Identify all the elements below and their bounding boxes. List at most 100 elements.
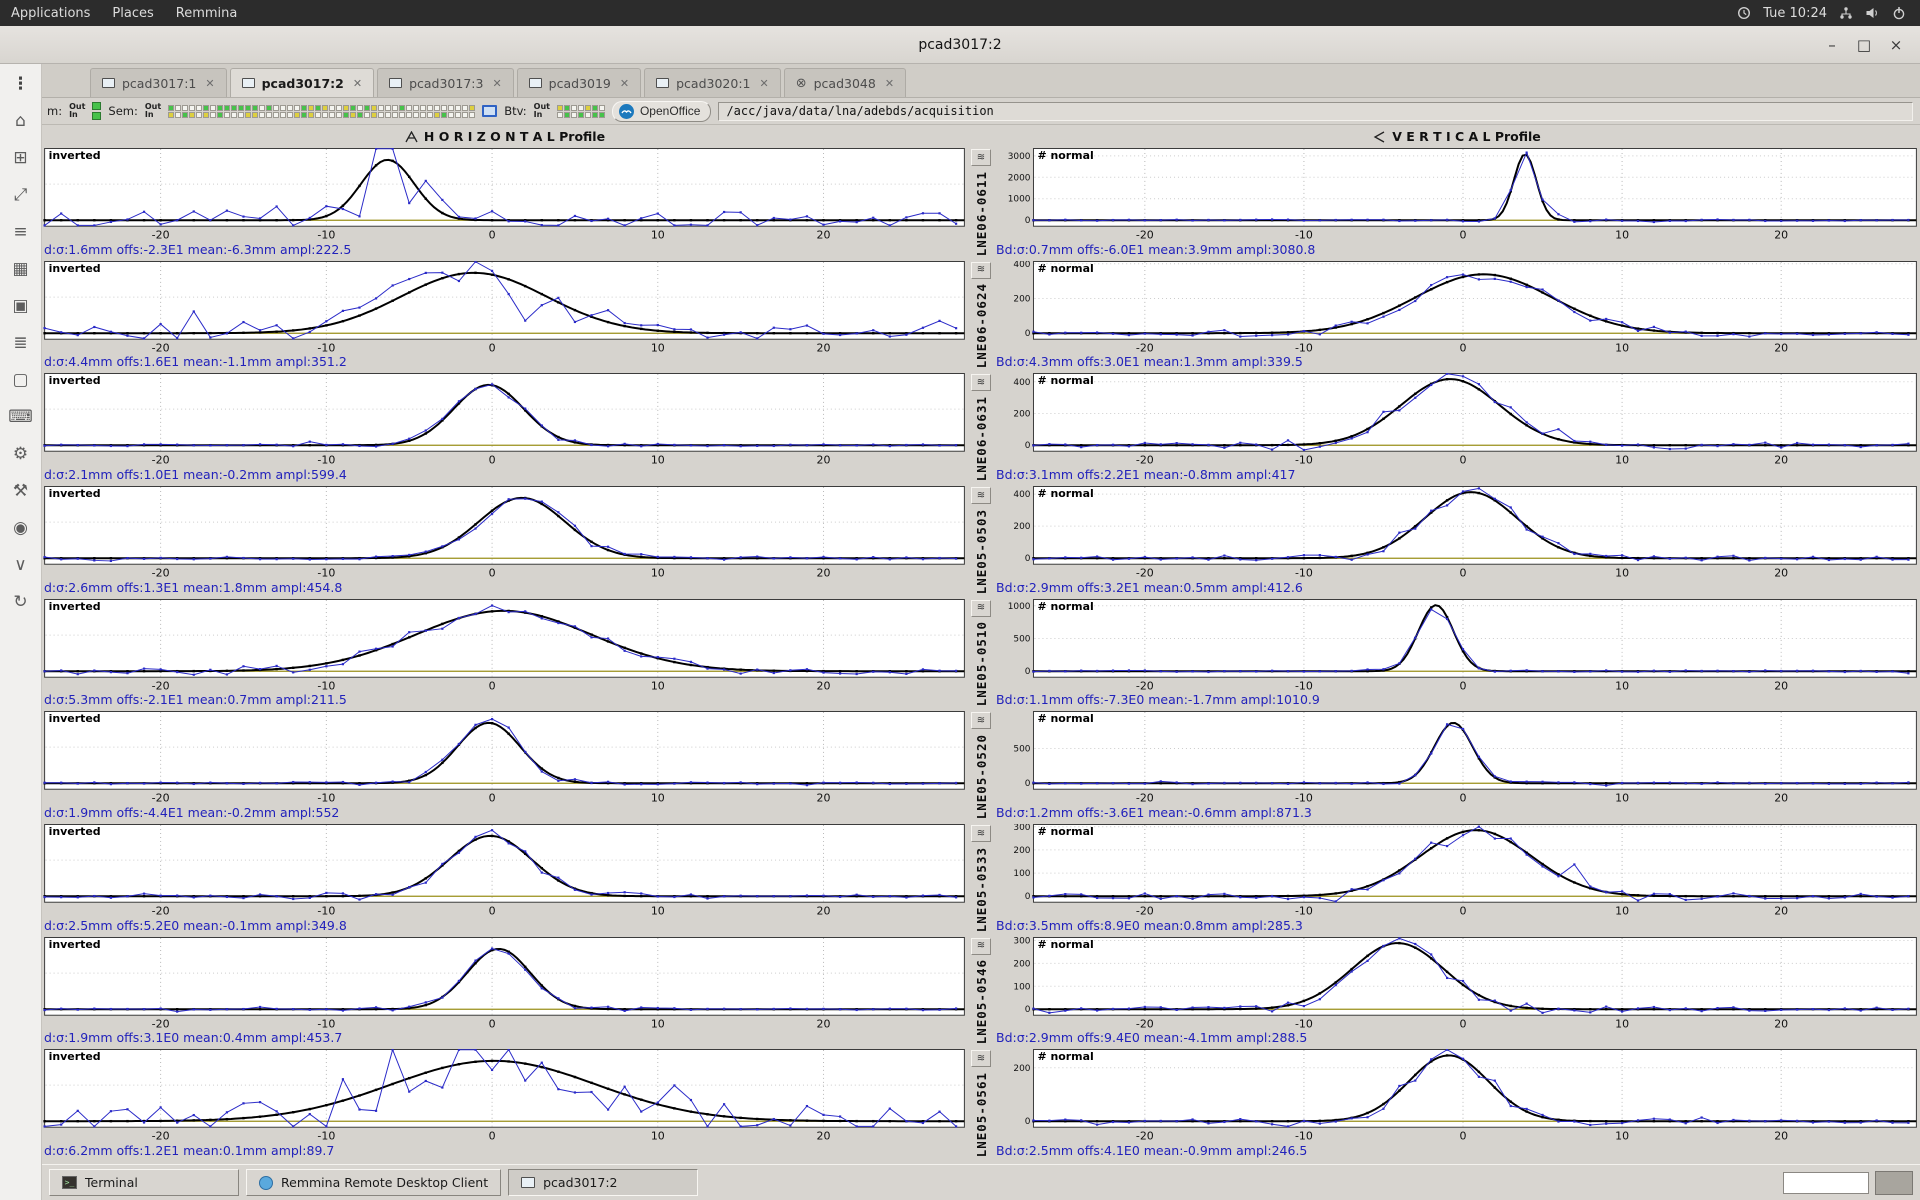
svg-text:0: 0 <box>489 905 496 918</box>
profile-options-button[interactable]: ≋ <box>971 149 991 166</box>
svg-text:0: 0 <box>1025 780 1031 790</box>
device-label: LNE05-0546 <box>974 957 989 1048</box>
menu-remmina[interactable]: Remmina <box>165 0 249 26</box>
svg-text:10: 10 <box>651 567 665 580</box>
keyboard-icon[interactable]: ⌨ <box>8 405 34 429</box>
btv-label: Btv: <box>504 104 526 118</box>
tab-close-icon[interactable]: ✕ <box>205 77 214 90</box>
taskbar-item-terminal[interactable]: >_ Terminal <box>49 1169 239 1196</box>
menu-icon[interactable]: ≡ <box>8 220 34 244</box>
close-button[interactable]: × <box>1882 36 1910 54</box>
menu-places[interactable]: Places <box>101 0 164 26</box>
profile-row: -20-1001020inverted d:σ:2.6mm offs:1.3E1… <box>42 486 1920 597</box>
path-field[interactable]: /acc/java/data/lna/adebds/acquisition <box>718 102 1913 121</box>
svg-text:0: 0 <box>1460 229 1467 242</box>
network-icon[interactable] <box>1839 6 1853 20</box>
svg-text:0: 0 <box>489 792 496 805</box>
kebab-menu-icon[interactable]: ⋮ <box>8 72 34 96</box>
monitor-icon <box>529 78 542 88</box>
taskbar-field[interactable] <box>1783 1172 1869 1194</box>
windows-icon[interactable]: ▢ <box>8 368 34 392</box>
horizontal-profile-stats: d:σ:1.9mm offs:-4.4E1 mean:-0.2mm ampl:5… <box>42 805 968 822</box>
horizontal-profile-stats: d:σ:1.6mm offs:-2.3E1 mean:-6.3mm ampl:2… <box>42 242 968 259</box>
svg-text:inverted: inverted <box>49 487 101 500</box>
list-icon[interactable]: ≣ <box>8 331 34 355</box>
profile-options-button[interactable]: ≋ <box>971 712 991 729</box>
acquisition-toolbar: m: OutIn Sem: OutIn Btv: OutIn OpenOffic… <box>42 98 1920 125</box>
new-window-icon[interactable]: ⊞ <box>8 146 34 170</box>
svg-text:0: 0 <box>1025 554 1031 564</box>
svg-text:0: 0 <box>489 341 496 354</box>
profile-row: -20-1001020inverted d:σ:1.6mm offs:-2.3E… <box>42 148 1920 259</box>
tab-pcad3017-2[interactable]: pcad3017:2 ✕ <box>230 68 374 97</box>
profile-options-button[interactable]: ≋ <box>971 487 991 504</box>
svg-text:20: 20 <box>817 341 831 354</box>
power-icon[interactable] <box>1892 6 1906 20</box>
svg-text:20: 20 <box>817 1017 831 1030</box>
horizontal-profile-stats: d:σ:5.3mm offs:-2.1E1 mean:0.7mm ampl:21… <box>42 692 968 709</box>
reconnect-icon[interactable]: ↻ <box>8 590 34 614</box>
vertical-profile-stats: Bd:σ:2.9mm offs:3.2E1 mean:0.5mm ampl:41… <box>994 580 1920 597</box>
tab-close-icon[interactable]: ✕ <box>760 77 769 90</box>
tab-pcad3019[interactable]: pcad3019 ✕ <box>517 68 641 97</box>
tab-close-icon[interactable]: ✕ <box>492 77 501 90</box>
maximize-button[interactable]: □ <box>1850 36 1878 54</box>
taskbar-item-pcad3017[interactable]: pcad3017:2 <box>508 1169 698 1196</box>
svg-text:-10: -10 <box>1295 1130 1313 1143</box>
horizontal-profile-plot: -20-1001020inverted <box>42 261 968 355</box>
vertical-profile-plot: -20-10010202000# normal <box>994 1049 1920 1143</box>
volume-icon[interactable] <box>1865 6 1880 20</box>
tab-close-icon[interactable]: ✕ <box>620 77 629 90</box>
tab-close-icon[interactable]: ✕ <box>885 77 894 90</box>
tab-pcad3017-3[interactable]: pcad3017:3 ✕ <box>377 68 514 97</box>
home-icon[interactable]: ⌂ <box>8 109 34 133</box>
monitor-icon <box>102 78 115 88</box>
screenshot-icon[interactable]: ◉ <box>8 516 34 540</box>
svg-text:10: 10 <box>1615 341 1629 354</box>
tab-pcad3048[interactable]: ⊗ pcad3048 ✕ <box>784 68 906 97</box>
svg-text:0: 0 <box>489 229 496 242</box>
tab-pcad3020-1[interactable]: pcad3020:1 ✕ <box>644 68 781 97</box>
menu-applications[interactable]: Applications <box>0 0 101 26</box>
profile-options-button[interactable]: ≋ <box>971 600 991 617</box>
scale-icon[interactable]: ▣ <box>8 294 34 318</box>
tab-pcad3017-1[interactable]: pcad3017:1 ✕ <box>90 68 227 97</box>
taskbar-item-remmina[interactable]: Remmina Remote Desktop Client <box>246 1169 501 1196</box>
minimize-button[interactable]: – <box>1818 36 1846 54</box>
svg-text:10: 10 <box>651 679 665 692</box>
vertical-profile-stats: Bd:σ:2.5mm offs:4.1E0 mean:-0.9mm ampl:2… <box>994 1143 1920 1160</box>
profile-options-button[interactable]: ≋ <box>971 262 991 279</box>
settings-icon[interactable]: ⚙ <box>8 442 34 466</box>
svg-text:20: 20 <box>817 679 831 692</box>
grid-icon[interactable]: ▦ <box>8 257 34 281</box>
svg-text:20: 20 <box>817 792 831 805</box>
monitor-icon <box>242 78 255 88</box>
openoffice-button[interactable]: OpenOffice <box>612 101 711 122</box>
svg-text:inverted: inverted <box>49 149 101 162</box>
fullscreen-icon[interactable]: ⤢ <box>8 183 34 207</box>
profile-options-button[interactable]: ≋ <box>971 825 991 842</box>
clock[interactable]: Tue 10:24 <box>1763 6 1827 21</box>
device-strip: ≋ LNE05-0546 <box>968 937 994 1048</box>
m-status-leds <box>92 102 101 120</box>
workspace-switcher[interactable] <box>1875 1171 1913 1195</box>
svg-text:20: 20 <box>1774 1017 1788 1030</box>
session-indicator-icon[interactable] <box>1737 6 1751 20</box>
sem-out-in-labels: OutIn <box>145 103 161 120</box>
svg-text:10: 10 <box>651 1017 665 1030</box>
svg-text:20: 20 <box>1774 341 1788 354</box>
svg-text:10: 10 <box>651 229 665 242</box>
svg-text:200: 200 <box>1013 846 1030 856</box>
tools-icon[interactable]: ⚒ <box>8 479 34 503</box>
horizontal-profile-stats: d:σ:2.5mm offs:5.2E0 mean:-0.1mm ampl:34… <box>42 918 968 935</box>
horizontal-profile-stats: d:σ:2.6mm offs:1.3E1 mean:1.8mm ampl:454… <box>42 580 968 597</box>
profile-options-button[interactable]: ≋ <box>971 938 991 955</box>
horizontal-profile-plot: -20-1001020inverted <box>42 599 968 693</box>
tab-close-icon[interactable]: ✕ <box>353 77 362 90</box>
svg-text:-20: -20 <box>1136 905 1154 918</box>
profile-options-button[interactable]: ≋ <box>971 374 991 391</box>
collapse-icon[interactable]: ∨ <box>8 553 34 577</box>
profile-options-button[interactable]: ≋ <box>971 1050 991 1067</box>
svg-text:-10: -10 <box>1295 679 1313 692</box>
svg-text:-10: -10 <box>317 1017 335 1030</box>
